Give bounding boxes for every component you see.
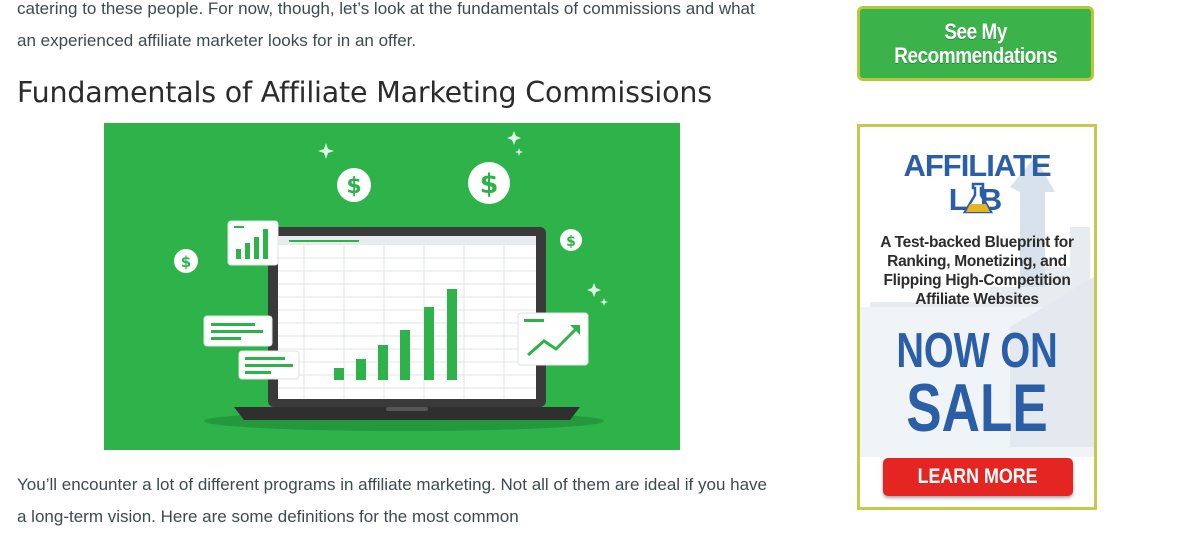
learn-more-label: LEARN MORE — [917, 465, 1038, 488]
learn-more-button[interactable]: LEARN MORE — [883, 458, 1073, 496]
svg-text:$: $ — [566, 234, 576, 250]
bar-chart-card-icon — [227, 220, 279, 266]
see-recommendations-button[interactable]: See My Recommendations — [857, 6, 1094, 81]
sale-line-2: SALE — [906, 370, 1048, 446]
affiliate-lab-logo: AFFILIATE — [903, 148, 1051, 183]
hero-illustration: $ $ $ $ — [104, 123, 680, 450]
section-heading: Fundamentals of Affiliate Marketing Comm… — [17, 76, 712, 109]
affiliate-lab-ad-banner[interactable]: AFFILIATE L B A Test-backed Blueprint fo… — [857, 124, 1097, 510]
body-paragraph: You’ll encounter a lot of different prog… — [17, 475, 768, 526]
trend-arrow-card-icon — [517, 312, 589, 366]
svg-text:$: $ — [480, 169, 499, 200]
flask-icon — [962, 182, 994, 214]
svg-text:$: $ — [346, 174, 361, 199]
now-on-sale-text: NOW ON SALE — [886, 325, 1069, 446]
intro-paragraph: catering to these people. For now, thoug… — [17, 0, 755, 50]
svg-text:$: $ — [181, 253, 191, 271]
ad-tagline: A Test-backed Blueprint for Ranking, Mon… — [880, 234, 1074, 308]
see-recommendations-label: See My Recommendations — [894, 18, 1057, 68]
